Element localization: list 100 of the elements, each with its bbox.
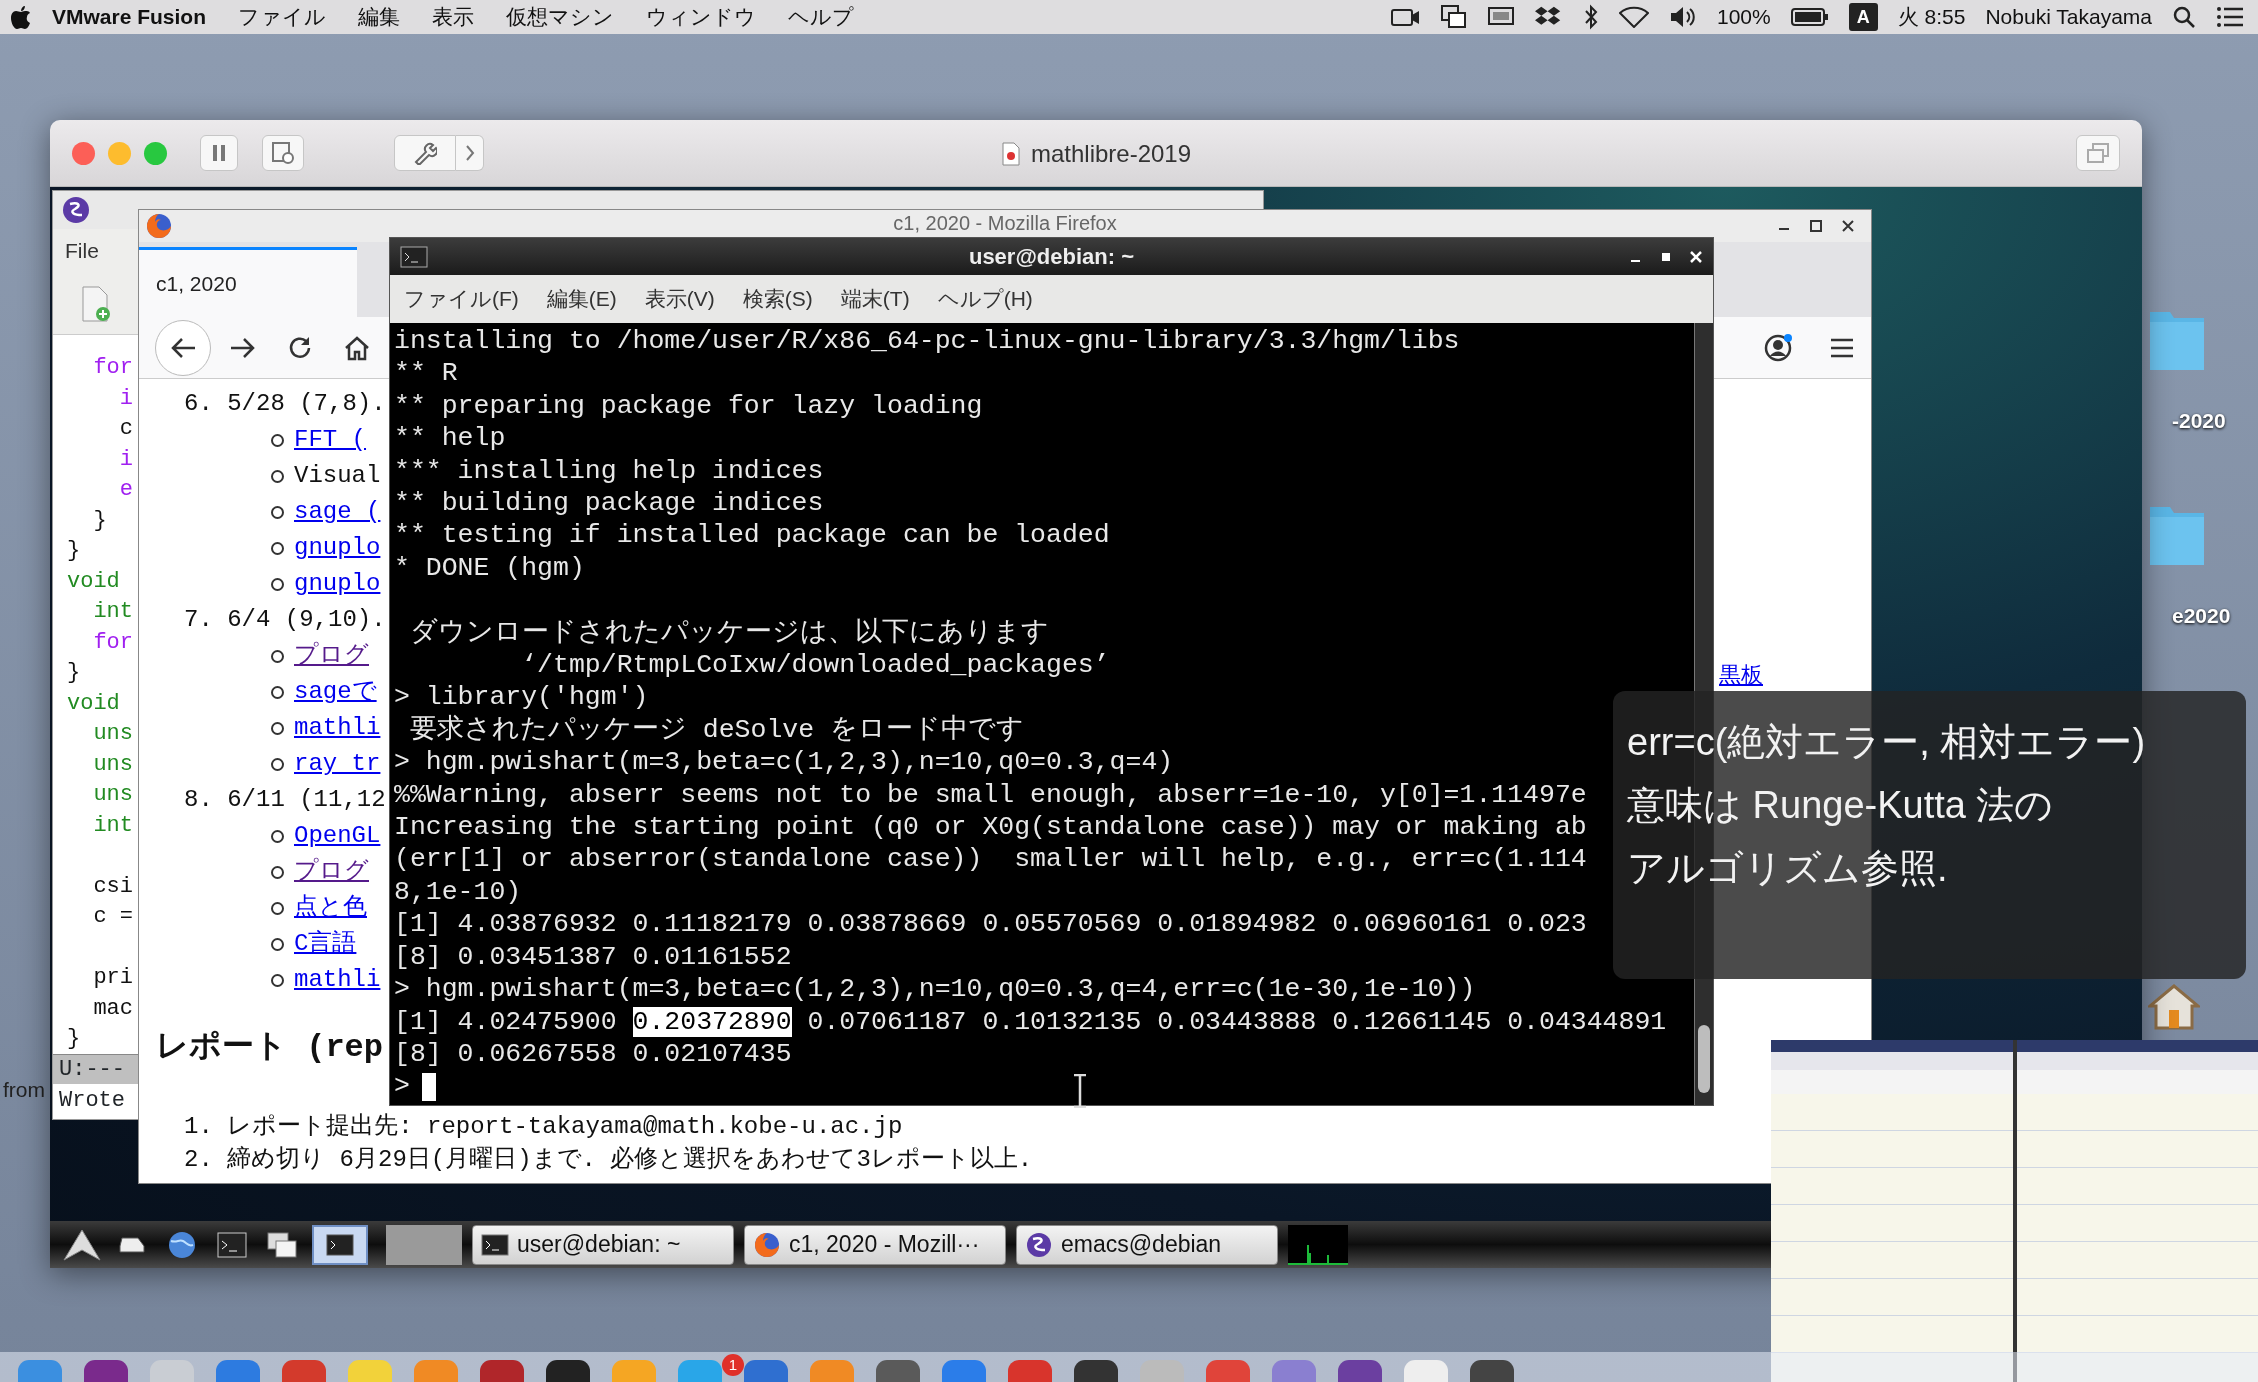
clock[interactable]: 火 8:55 (1897, 1, 1966, 33)
bullet-icon (271, 649, 284, 663)
window-icon[interactable] (1441, 5, 1467, 29)
terminal-line: > hgm.pwishart(m=3,beta=c(1,2,3),n=10,q0=0.3,q=4,err=c(1e-30,1e-10)) (394, 973, 1476, 1006)
bullet-icon (271, 865, 284, 879)
desktop-text: from (3, 1077, 45, 1103)
code-line: void (67, 567, 120, 596)
code-line: uns (92, 781, 133, 809)
code-line: c = (92, 903, 133, 931)
cpu-graph-icon (1288, 1224, 1348, 1265)
user-name[interactable]: Nobuki Takayama (1985, 1, 2152, 33)
menu-item[interactable]: 編集 (358, 1, 401, 33)
terminal-icon (400, 245, 428, 268)
input-source-indicator[interactable]: A (1848, 3, 1878, 31)
emacs-icon[interactable] (61, 195, 91, 225)
bullet-icon (271, 973, 284, 987)
browser-tab[interactable]: c1, 2020 (139, 247, 357, 317)
code-line: i (118, 445, 133, 474)
pause-button[interactable] (200, 135, 238, 171)
volume-icon[interactable] (1669, 5, 1697, 29)
forward-button[interactable] (229, 335, 257, 360)
terminal-line: ** help (394, 422, 506, 455)
code-line: } (67, 659, 81, 687)
bullet-icon (271, 433, 284, 447)
link[interactable]: sageで (294, 674, 377, 710)
home-folder-icon[interactable] (2148, 984, 2200, 1030)
link[interactable]: プログ (294, 854, 369, 890)
more-button[interactable] (456, 135, 484, 171)
echo-area-text: Wrote (58, 1087, 125, 1115)
home-button[interactable] (343, 334, 371, 361)
link[interactable]: FFT ( (294, 422, 366, 458)
search-icon[interactable] (2172, 5, 2196, 29)
menu-icon[interactable] (1829, 336, 1855, 359)
menu-item[interactable]: 編集(E) (546, 283, 617, 315)
terminal-line: [1] 4.02475900 0.20372890 0.07061187 0.10132135 0.03443888 0.12661145 0.04344891 (394, 1005, 1667, 1038)
menu-item[interactable]: ウィンドウ (646, 1, 757, 33)
menu-item[interactable]: ファイル (238, 1, 327, 33)
window-title: user@debian: ~ (968, 243, 1135, 271)
menu-item[interactable]: 仮想マシン (506, 1, 615, 33)
code-line: void (67, 689, 120, 718)
list-item-text: 6. 5/28 (7,8). (184, 389, 386, 419)
link[interactable]: OpenGL (294, 818, 381, 854)
firefox-icon[interactable] (145, 212, 173, 240)
taskbar-button[interactable]: c1, 2020 - Mozill··· (744, 1224, 1006, 1265)
link[interactable]: ray tr (294, 746, 381, 782)
list-icon[interactable] (2216, 6, 2244, 28)
document-icon (1000, 141, 1021, 166)
menu-item[interactable]: 検索(S) (742, 283, 813, 315)
launcher-button[interactable] (312, 1224, 368, 1265)
snapshot-button[interactable] (262, 135, 304, 171)
link[interactable]: プログ (294, 638, 369, 674)
taskbar-button[interactable]: user@debian: ~ (472, 1224, 734, 1265)
reload-button[interactable] (287, 334, 313, 361)
link[interactable]: gnuplo (294, 530, 381, 566)
bullet-icon (271, 505, 284, 519)
code-line: csi (92, 872, 133, 901)
taskbar-button[interactable]: emacs@debian (1016, 1224, 1278, 1265)
scrollbar-thumb[interactable] (1698, 1025, 1710, 1093)
bullet-icon (271, 685, 284, 699)
home-icon (343, 334, 371, 361)
camera-icon[interactable] (1391, 6, 1421, 28)
close-icon[interactable] (1841, 219, 1855, 233)
menu-item[interactable]: ヘルプ(H) (937, 283, 1033, 315)
menu-item[interactable]: ヘルプ (788, 1, 855, 33)
menu-item[interactable]: 表示(V) (644, 283, 715, 315)
app-menu[interactable]: VMware Fusion (52, 1, 207, 33)
terminal-line: ** R (394, 357, 458, 390)
bullet-icon (271, 757, 284, 771)
wifi-icon[interactable] (1619, 6, 1649, 28)
wrench-icon (413, 141, 437, 165)
menu-item[interactable]: 表示 (432, 1, 475, 33)
menu-item[interactable]: File (65, 235, 99, 267)
menu-item[interactable]: 端末(T) (840, 283, 910, 315)
maximize-icon[interactable] (1809, 219, 1823, 233)
bluetooth-icon[interactable] (1583, 4, 1599, 30)
code-line: int (92, 598, 133, 626)
terminal-line: 要求されたパッケージ deSolve をロード中です (408, 713, 1025, 747)
battery-icon[interactable] (1790, 7, 1829, 27)
link[interactable]: 点と色 (294, 890, 367, 926)
apple-icon[interactable] (10, 4, 32, 30)
display-icon[interactable] (1487, 6, 1515, 28)
link[interactable]: C言語 (294, 926, 357, 962)
terminal-line: *** installing help indices (394, 454, 824, 488)
link[interactable]: gnuplo (294, 566, 381, 602)
code-line: e (118, 476, 133, 504)
reload-icon (287, 334, 313, 361)
windows-icon (2087, 143, 2109, 163)
terminal-line: * DONE (hgm) (394, 551, 585, 585)
folder-label: e2020 (2172, 603, 2231, 629)
workspace-pager[interactable] (386, 1224, 462, 1265)
link[interactable]: mathli (294, 962, 381, 998)
account-icon[interactable] (1763, 332, 1793, 363)
link[interactable]: sage ( (294, 494, 381, 530)
battery-percentage: 100% (1717, 4, 1771, 31)
settings-button[interactable] (394, 135, 456, 171)
new-file-icon[interactable] (81, 285, 111, 322)
terminal-line: installing to /home/user/R/x86_64-pc-linux-gnu-library/3.3/hgm/libs (394, 325, 1460, 358)
menu-item[interactable]: ファイル(F) (404, 283, 519, 315)
link[interactable]: mathli (294, 710, 381, 746)
link[interactable]: 黒板 (1719, 657, 1763, 693)
